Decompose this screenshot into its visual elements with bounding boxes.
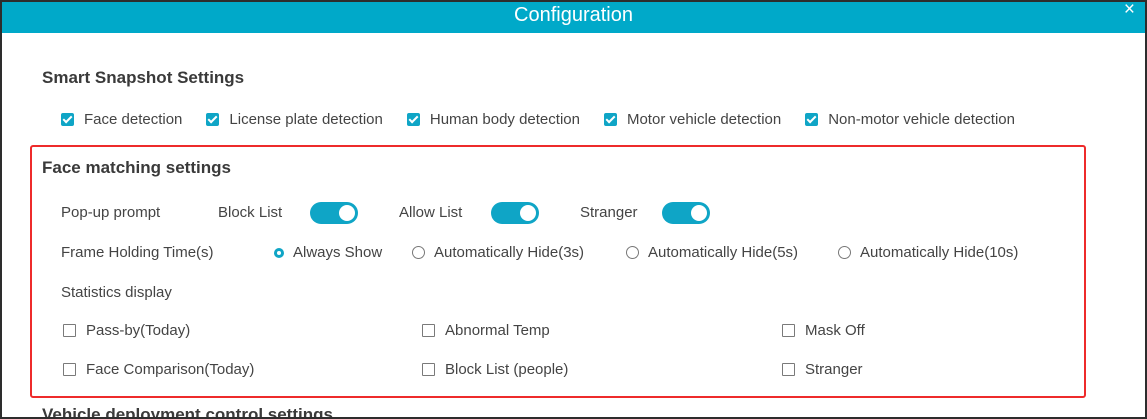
checkbox-unchecked-icon	[782, 324, 795, 337]
dialog-title: Configuration	[514, 4, 633, 26]
stranger-toggle-label: Stranger	[580, 204, 638, 221]
radio-always-show[interactable]: Always Show	[274, 244, 382, 261]
radio-label: Automatically Hide(10s)	[860, 244, 1019, 261]
radio-label: Automatically Hide(3s)	[434, 244, 585, 261]
checkbox-label: Motor vehicle detection	[626, 111, 782, 128]
radio-label: Always Show	[293, 244, 383, 261]
radio-unselected-icon	[412, 246, 425, 259]
checkbox-label: Mask Off	[805, 322, 865, 339]
vehicle-control-title: Vehicle deployment control settings	[42, 405, 333, 419]
non-motor-vehicle-detection-checkbox[interactable]: Non-motor vehicle detection	[805, 111, 1015, 128]
checkbox-unchecked-icon	[63, 324, 76, 337]
checkbox-unchecked-icon	[422, 324, 435, 337]
checkbox-label: License plate detection	[229, 111, 383, 128]
checkbox-checked-icon	[206, 113, 220, 126]
frame-holding-label: Frame Holding Time(s)	[61, 244, 214, 261]
stranger-stat-checkbox[interactable]: Stranger	[782, 361, 863, 378]
dialog-titlebar: Configuration ×	[2, 2, 1145, 33]
checkbox-label: Pass-by(Today)	[86, 322, 191, 339]
checkbox-checked-icon	[805, 113, 819, 126]
checkbox-label: Block List (people)	[445, 361, 569, 378]
pass-by-today-checkbox[interactable]: Pass-by(Today)	[63, 322, 190, 339]
smart-snapshot-title: Smart Snapshot Settings	[42, 68, 245, 87]
checkbox-unchecked-icon	[422, 363, 435, 376]
configuration-dialog: Configuration × Smart Snapshot Settings …	[0, 0, 1147, 419]
radio-label: Automatically Hide(5s)	[648, 244, 799, 261]
allow-list-toggle[interactable]	[491, 202, 539, 224]
license-plate-detection-checkbox[interactable]: License plate detection	[206, 111, 383, 128]
checkbox-unchecked-icon	[782, 363, 795, 376]
checkbox-label: Face detection	[84, 111, 183, 128]
block-list-label: Block List	[218, 204, 283, 221]
radio-unselected-icon	[626, 246, 639, 259]
block-list-people-checkbox[interactable]: Block List (people)	[422, 361, 568, 378]
face-detection-checkbox[interactable]: Face detection	[61, 111, 182, 128]
checkbox-label: Non-motor vehicle detection	[828, 111, 1015, 128]
human-body-detection-checkbox[interactable]: Human body detection	[406, 111, 580, 128]
motor-vehicle-detection-checkbox[interactable]: Motor vehicle detection	[603, 111, 782, 128]
radio-auto-hide-3s[interactable]: Automatically Hide(3s)	[412, 244, 584, 261]
close-icon[interactable]: ×	[1124, 2, 1135, 20]
checkbox-label: Stranger	[805, 361, 863, 378]
radio-auto-hide-10s[interactable]: Automatically Hide(10s)	[838, 244, 1018, 261]
checkbox-checked-icon	[406, 113, 420, 126]
checkbox-checked-icon	[61, 113, 74, 126]
snapshot-options: Face detection License plate detection H…	[61, 111, 1015, 128]
face-comparison-today-checkbox[interactable]: Face Comparison(Today)	[63, 361, 254, 378]
popup-prompt-label: Pop-up prompt	[61, 204, 161, 221]
face-matching-title: Face matching settings	[42, 158, 231, 177]
checkbox-label: Human body detection	[429, 111, 580, 128]
stranger-toggle[interactable]	[662, 202, 710, 224]
mask-off-checkbox[interactable]: Mask Off	[782, 322, 865, 339]
radio-unselected-icon	[838, 246, 851, 259]
allow-list-label: Allow List	[399, 204, 463, 221]
block-list-toggle[interactable]	[310, 202, 358, 224]
checkbox-unchecked-icon	[63, 363, 76, 376]
checkbox-label: Abnormal Temp	[445, 322, 550, 339]
radio-selected-icon	[274, 247, 284, 258]
checkbox-label: Face Comparison(Today)	[86, 361, 255, 378]
radio-auto-hide-5s[interactable]: Automatically Hide(5s)	[626, 244, 798, 261]
statistics-display-label: Statistics display	[61, 284, 172, 301]
checkbox-checked-icon	[603, 113, 617, 126]
abnormal-temp-checkbox[interactable]: Abnormal Temp	[422, 322, 550, 339]
